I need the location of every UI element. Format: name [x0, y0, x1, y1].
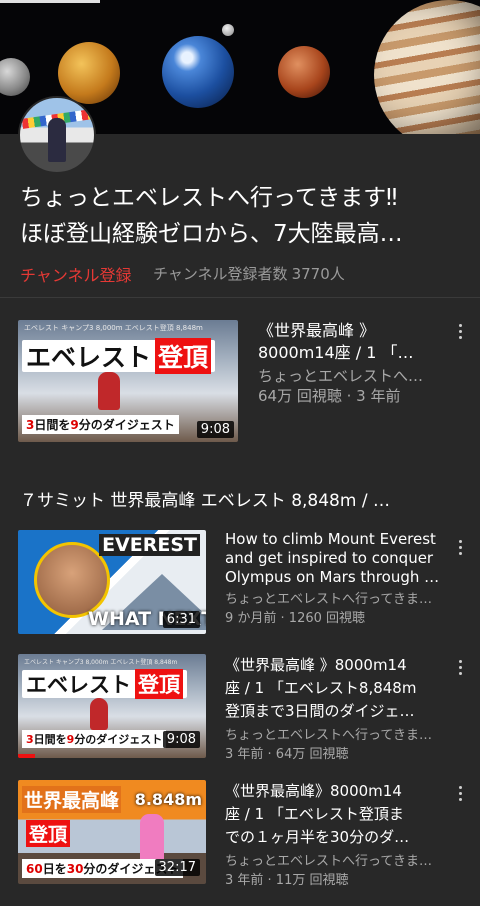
- video-title-line: での１ヶ月半を30分のダ…: [225, 828, 410, 846]
- video-thumbnail[interactable]: 世界最高峰 8.848m 登頂 60日を30分のダイジェスト 32:17: [18, 780, 206, 884]
- channel-avatar[interactable]: [18, 96, 96, 174]
- video-channel-name: ちょっとエベレストへ行ってきま…: [225, 592, 432, 607]
- list-item[interactable]: EVEREST WHAT NEXT? 6:31 How to climb Mou…: [0, 530, 480, 634]
- featured-video-title[interactable]: 《世界最高峰 》 8000m14座 / 1 「…: [258, 320, 444, 364]
- video-title-line: How to climb Mount Everest: [225, 530, 436, 548]
- video-title[interactable]: 《世界最高峰》8000m14 座 / 1 「エベレスト登頂ま での１ヶ月半を30…: [225, 780, 447, 849]
- channel-title-line-2: ほぼ登山経験ゼロから、7大陸最高…: [20, 221, 403, 247]
- thumbnail-subtitle-num1: 3: [26, 733, 34, 746]
- video-title-line: 座 / 1 「エベレスト登頂ま: [225, 805, 404, 823]
- video-channel-name: ちょっとエベレストへ行ってきま…: [225, 854, 432, 869]
- more-vert-icon[interactable]: [456, 540, 464, 558]
- thumbnail-headline-red: 登頂: [155, 338, 212, 374]
- playlist-section-title[interactable]: ７サミット 世界最高峰 エベレスト 8,848m / …: [20, 486, 460, 511]
- video-channel-name: ちょっとエベレストへ…: [258, 367, 424, 385]
- more-vert-icon[interactable]: [456, 660, 464, 678]
- video-duration: 9:08: [162, 731, 200, 748]
- subscriber-count: チャンネル登録者数 3770人: [153, 263, 345, 284]
- video-stats: 3 年前 · 64万 回視聴: [225, 747, 349, 762]
- featured-video-meta: ちょっとエベレストへ… 64万 回視聴 · 3 年前: [258, 366, 444, 406]
- thumbnail-headline: エベレスト 登頂: [22, 669, 187, 699]
- thumbnail-subtitle-text1: 日を: [42, 862, 67, 876]
- thumbnail-header-text: エベレスト キャンプ3 8,000m エベレスト登頂 8,848m: [24, 659, 178, 666]
- climber-figure-image: [48, 118, 66, 162]
- video-duration: 9:08: [196, 421, 234, 438]
- video-stats: 9 か月前 · 1260 回視聴: [225, 611, 366, 626]
- thumbnail-everest-text: EVEREST: [99, 534, 200, 556]
- video-thumbnail[interactable]: エベレスト キャンプ3 8,000m エベレスト登頂 8,848m エベレスト登…: [18, 654, 206, 758]
- video-meta: ちょっとエベレストへ行ってきま… 3 年前 · 64万 回視聴: [225, 726, 447, 764]
- list-item[interactable]: エベレスト キャンプ3 8,000m エベレスト登頂 8,848m エベレスト登…: [0, 654, 480, 762]
- watch-progress-bar: [18, 754, 35, 758]
- video-title-line: Olympus on Mars through …: [225, 568, 440, 586]
- divider: [0, 297, 480, 298]
- featured-video-thumbnail[interactable]: エベレスト キャンプ3 8,000m エベレスト登頂 8,848m エベレスト登…: [18, 320, 238, 442]
- video-channel-name: ちょっとエベレストへ行ってきま…: [225, 728, 432, 743]
- small-moon-image: [222, 24, 234, 36]
- mars-planet-image: [278, 46, 330, 98]
- earth-planet-image: [162, 36, 234, 108]
- thumbnail-subtitle-num2: 30: [66, 862, 84, 876]
- featured-video[interactable]: エベレスト キャンプ3 8,000m エベレスト登頂 8,848m エベレスト登…: [0, 320, 480, 444]
- video-stats: 64万 回視聴 · 3 年前: [258, 387, 401, 405]
- thumbnail-subtitle-num2: 9: [70, 418, 79, 432]
- channel-title-line-1: ちょっとエベレストへ行ってきます‼: [20, 185, 398, 211]
- more-vert-icon[interactable]: [456, 324, 464, 342]
- moon-planet-image: [0, 58, 30, 96]
- list-item[interactable]: 世界最高峰 8.848m 登頂 60日を30分のダイジェスト 32:17 《世界…: [0, 780, 480, 888]
- more-vert-icon[interactable]: [456, 786, 464, 804]
- video-title-line: 8000m14座 / 1 「…: [258, 343, 414, 362]
- subscriber-count-label: チャンネル登録者数: [153, 265, 288, 283]
- video-stats: 3 年前 · 11万 回視聴: [225, 873, 349, 888]
- thumbnail-subtitle: 3日間を9分のダイジェスト: [22, 730, 167, 748]
- thumbnail-headline: エベレスト 登頂: [22, 338, 216, 374]
- subscribe-button[interactable]: チャンネル登録: [20, 262, 132, 286]
- video-meta: ちょっとエベレストへ行ってきま… 9 か月前 · 1260 回視聴: [225, 590, 447, 628]
- climber-image: [90, 698, 108, 730]
- thumbnail-headline-text: エベレスト: [26, 343, 152, 372]
- thumbnail-subtitle-text1: 日間を: [34, 418, 71, 432]
- video-thumbnail[interactable]: EVEREST WHAT NEXT? 6:31: [18, 530, 206, 634]
- video-title-line: 登頂まで3日間のダイジェ…: [225, 702, 415, 720]
- video-title-line: 《世界最高峰》8000m14: [225, 782, 402, 800]
- video-meta: ちょっとエベレストへ行ってきま… 3 年前 · 11万 回視聴: [225, 852, 447, 890]
- climber-image: [98, 372, 120, 410]
- thumbnail-subtitle: 3日間を9分のダイジェスト: [22, 415, 179, 434]
- thumbnail-headline-red: 登頂: [135, 669, 183, 699]
- thumbnail-subtitle-num1: 60: [26, 862, 43, 876]
- venus-planet-image: [58, 42, 120, 104]
- subscriber-count-value: 3770人: [291, 265, 345, 283]
- video-duration: 32:17: [154, 859, 200, 876]
- thumbnail-subtitle-text1: 日間を: [33, 733, 67, 746]
- thumbnail-headline-text: エベレスト: [26, 673, 131, 697]
- jupiter-planet-image: [374, 0, 480, 134]
- thumbnail-subtitle-text2: 分のダイジェスト: [74, 733, 163, 746]
- video-title-line: 《世界最高峰 》8000m14: [225, 656, 407, 674]
- video-title[interactable]: How to climb Mount Everest and get inspi…: [225, 530, 447, 587]
- thumbnail-subtitle-text2: 分のダイジェスト: [78, 418, 175, 432]
- thumbnail-header-text: エベレスト キャンプ3 8,000m エベレスト登頂 8,848m: [24, 324, 203, 332]
- channel-title: ちょっとエベレストへ行ってきます‼ ほぼ登山経験ゼロから、7大陸最高…: [20, 180, 460, 252]
- video-title-line: 《世界最高峰 》: [258, 321, 376, 340]
- video-title-line: 座 / 1 「エベレスト8,848m: [225, 679, 417, 697]
- thumbnail-gold-text: 世界最高峰: [22, 786, 122, 813]
- thumbnail-red-text: 登頂: [26, 820, 71, 847]
- video-title[interactable]: 《世界最高峰 》8000m14 座 / 1 「エベレスト8,848m 登頂まで3…: [225, 654, 447, 723]
- page-progress-line: [0, 0, 100, 3]
- video-duration: 6:31: [162, 611, 200, 628]
- video-title-line: and get inspired to conquer: [225, 549, 434, 567]
- thumbnail-altitude-text: 8.848m: [134, 790, 202, 809]
